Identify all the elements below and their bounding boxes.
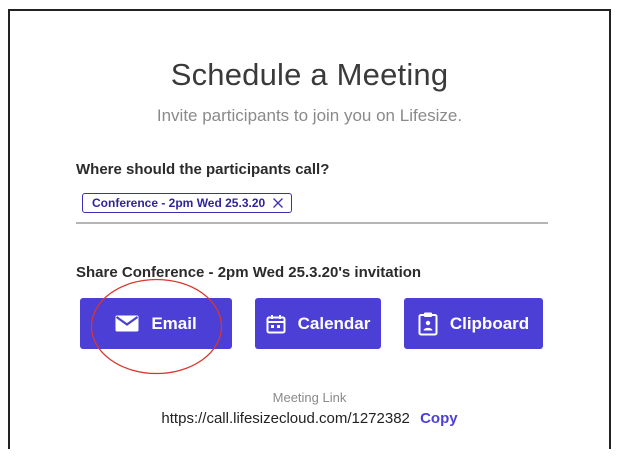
clipboard-button[interactable]: Clipboard [404, 298, 543, 349]
dialog-subtitle: Invite participants to join you on Lifes… [156, 106, 463, 125]
close-x-icon[interactable] [271, 196, 285, 210]
calendar-button-label: Calendar [297, 313, 371, 333]
copy-link-button[interactable]: Copy [420, 410, 458, 427]
email-button[interactable]: Email [80, 298, 232, 349]
clipboard-icon [418, 312, 438, 336]
participant-chip-label: Conference - 2pm Wed 25.3.20 [92, 196, 266, 210]
calendar-button[interactable]: Calendar [255, 298, 381, 349]
envelope-icon [115, 315, 139, 332]
dialog-title: Schedule a Meeting [170, 57, 449, 92]
participant-chip[interactable]: Conference - 2pm Wed 25.3.20 [82, 193, 293, 213]
participants-input-underline[interactable] [76, 222, 548, 224]
meeting-link-row: https://call.lifesizecloud.com/1272382 C… [0, 410, 619, 427]
clipboard-button-label: Clipboard [449, 313, 530, 333]
meeting-link-url: https://call.lifesizecloud.com/1272382 [161, 410, 410, 427]
calendar-icon [266, 314, 286, 334]
participants-question: Where should the participants call? [76, 161, 330, 178]
meeting-link-label: Meeting Link [272, 390, 347, 405]
email-button-label: Email [151, 313, 197, 333]
share-heading: Share Conference - 2pm Wed 25.3.20's inv… [76, 264, 422, 281]
